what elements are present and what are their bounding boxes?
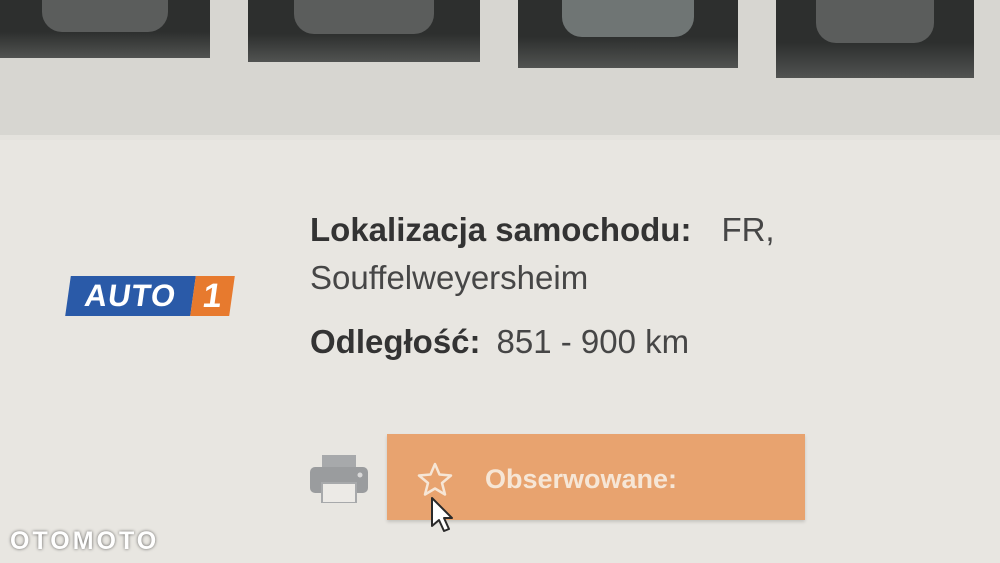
auto1-logo[interactable]: AUTO 1 xyxy=(65,276,235,316)
gallery-thumbnail[interactable] xyxy=(518,0,738,68)
otomoto-watermark: OTOMOTO xyxy=(10,527,160,555)
gallery-thumbnail[interactable] xyxy=(776,0,974,78)
location-label: Lokalizacja samochodu: xyxy=(310,211,692,248)
location-city-text: Souffelweyersheim xyxy=(310,259,589,296)
gallery-thumbnail[interactable] xyxy=(0,0,210,58)
location-country: FR, xyxy=(721,211,775,248)
distance-value: 851 - 900 km xyxy=(496,323,690,360)
mouse-cursor-icon xyxy=(430,496,454,534)
printer-icon[interactable] xyxy=(310,455,368,504)
listing-info: Lokalizacja samochodu: FR, Souffelweyersh… xyxy=(310,200,775,360)
logo-text-accent: 1 xyxy=(190,276,235,316)
gallery-thumbnail[interactable] xyxy=(248,0,480,62)
location-city: Souffelweyersheim xyxy=(310,248,588,308)
watch-button-label: Obserwowane: xyxy=(485,464,678,494)
star-icon xyxy=(417,462,453,496)
distance-row: Odległość: 851 - 900 km xyxy=(310,312,689,372)
logo-text-main: AUTO xyxy=(65,276,196,316)
distance-label: Odległość: xyxy=(310,323,481,360)
photo-gallery xyxy=(0,0,1000,135)
